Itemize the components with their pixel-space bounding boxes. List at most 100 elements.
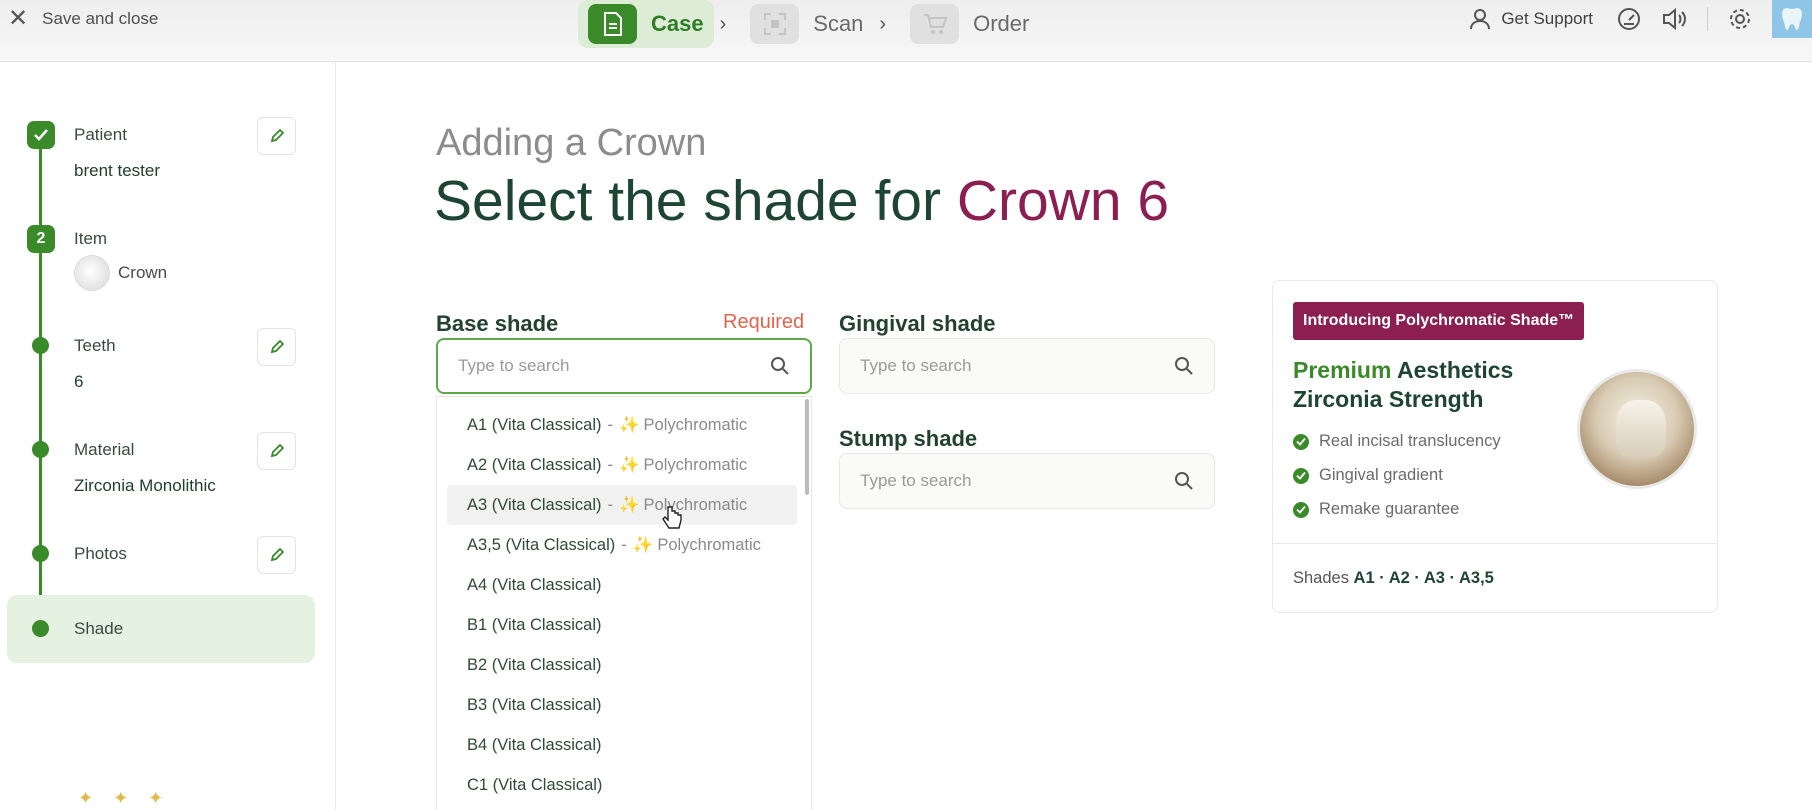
shade-option-name: A3,5 (Vita Classical)	[467, 535, 616, 554]
edit-patient-button[interactable]	[257, 117, 296, 155]
promo-heading-line1: Aesthetics	[1391, 357, 1514, 383]
shade-option[interactable]: B1 (Vita Classical)	[447, 605, 797, 645]
scrollbar[interactable]	[805, 399, 809, 495]
shade-option-name: B1 (Vita Classical)	[467, 615, 602, 634]
step-dot	[32, 620, 49, 637]
base-shade-dropdown[interactable]: A1 (Vita Classical) - ✨ Polychromatic A2 (Vi…	[436, 396, 812, 810]
gingival-shade-search-input[interactable]: Type to search	[839, 338, 1215, 394]
crown-thumbnail	[74, 255, 110, 291]
close-icon: ✕	[8, 5, 29, 32]
sidebar-item-title: Photos	[74, 544, 127, 563]
scan-icon	[750, 4, 800, 44]
save-and-close-button[interactable]: ✕ Save and close	[8, 4, 158, 34]
shade-option[interactable]: A4 (Vita Classical)	[447, 565, 797, 605]
edit-teeth-button[interactable]	[257, 328, 296, 366]
polychromatic-tag: Polychromatic	[643, 455, 748, 474]
check-circle-icon	[1293, 433, 1309, 450]
check-icon	[27, 121, 55, 149]
sidebar-item-title: Material	[74, 440, 135, 459]
shade-option-name: B4 (Vita Classical)	[467, 735, 602, 754]
cart-icon	[910, 4, 960, 44]
check-circle-icon	[1293, 501, 1309, 518]
shade-option-name: B3 (Vita Classical)	[467, 695, 602, 714]
shade-option[interactable]: B2 (Vita Classical)	[447, 645, 797, 685]
step-order[interactable]: Order	[900, 0, 1039, 48]
step-scan[interactable]: Scan	[740, 0, 873, 48]
progress-sidebar: Patient brent tester 2 Item Crown Teeth …	[0, 62, 336, 810]
promo-feature: Gingival gradient	[1293, 466, 1443, 485]
step-dot	[32, 441, 49, 458]
stump-shade-search-input[interactable]: Type to search	[839, 453, 1215, 509]
search-icon	[1175, 472, 1193, 490]
top-actions: Get Support	[1469, 0, 1812, 38]
shade-option[interactable]: A3,5 (Vita Classical) - ✨ Polychromatic	[447, 525, 797, 565]
chevron-right-icon: ›	[879, 12, 887, 35]
promo-heading-line2: Zirconia Strength	[1293, 386, 1484, 412]
page-title-accent: Crown 6	[956, 169, 1170, 233]
sparkle-icon: ✨	[619, 455, 640, 474]
shade-option[interactable]: A2 (Vita Classical) - ✨ Polychromatic	[447, 445, 797, 485]
shade-option[interactable]: B4 (Vita Classical)	[447, 725, 797, 765]
shade-option-name: A1 (Vita Classical)	[467, 415, 602, 434]
promo-feature-text: Remake guarantee	[1319, 500, 1460, 518]
promo-badge: Introducing Polychromatic Shade™	[1293, 302, 1585, 340]
speedometer-icon[interactable]	[1615, 5, 1643, 33]
search-placeholder: Type to search	[458, 356, 570, 375]
get-support-button[interactable]: Get Support	[1469, 8, 1593, 30]
separator: -	[607, 455, 614, 474]
sidebar-item-value: Zirconia Monolithic	[74, 476, 216, 495]
separator: -	[607, 495, 614, 514]
stump-shade-label: Stump shade	[839, 426, 978, 451]
promo-footer-prefix: Shades	[1293, 569, 1354, 587]
crown-photo	[1577, 369, 1697, 489]
search-placeholder: Type to search	[860, 356, 972, 375]
sidebar-item-title: Patient	[74, 125, 127, 144]
page-title: Select the shade for Crown 6	[434, 168, 1169, 234]
step-order-label: Order	[973, 11, 1030, 36]
get-support-label: Get Support	[1501, 9, 1593, 28]
search-icon	[1175, 357, 1193, 375]
gear-icon[interactable]	[1726, 5, 1754, 33]
polychromatic-promo-card: Introducing Polychromatic Shade™ Premium…	[1272, 280, 1718, 613]
shade-option-name: A2 (Vita Classical)	[467, 455, 602, 474]
shade-option[interactable]: A3 (Vita Classical) - ✨ Polychromatic	[447, 485, 797, 525]
save-and-close-label: Save and close	[42, 9, 159, 28]
sparkle-decoration: ✦✦✦	[78, 788, 184, 808]
base-shade-search-input[interactable]: Type to search	[436, 338, 812, 394]
promo-feature-text: Gingival gradient	[1319, 466, 1443, 484]
shade-option-name: C1 (Vita Classical)	[467, 775, 603, 794]
check-circle-icon	[1293, 467, 1309, 484]
promo-feature: Remake guarantee	[1293, 500, 1459, 519]
edit-photos-button[interactable]	[257, 536, 296, 574]
polychromatic-tag: Polychromatic	[657, 535, 761, 554]
separator: -	[621, 535, 627, 554]
polychromatic-tag: Polychromatic	[643, 495, 748, 514]
step-case[interactable]: Case	[578, 0, 714, 48]
sparkle-icon: ✨	[619, 495, 640, 514]
tooth-shape	[1616, 400, 1666, 458]
divider	[1707, 7, 1708, 31]
sidebar-item-value: Crown	[118, 263, 168, 282]
chevron-right-icon: ›	[719, 12, 727, 35]
shade-option-name: B2 (Vita Classical)	[467, 655, 602, 674]
pencil-icon	[270, 548, 284, 562]
user-icon	[1470, 9, 1491, 30]
pencil-icon	[270, 129, 284, 143]
edit-material-button[interactable]	[257, 432, 296, 470]
shade-option-name: A4 (Vita Classical)	[467, 575, 602, 594]
promo-footer: Shades A1 · A2 · A3 · A3,5	[1293, 569, 1494, 588]
document-icon	[588, 4, 637, 44]
promo-feature: Real incisal translucency	[1293, 432, 1501, 451]
sparkle-icon: ✨	[619, 415, 640, 434]
sidebar-item-title: Shade	[74, 619, 124, 638]
speaker-icon[interactable]	[1661, 5, 1689, 33]
shade-option[interactable]: C1 (Vita Classical)	[447, 765, 797, 805]
sidebar-item-value: brent tester	[74, 161, 160, 180]
step-scan-label: Scan	[813, 11, 864, 36]
base-shade-label: Base shade	[436, 311, 559, 336]
tooth-logo-icon[interactable]	[1772, 0, 1812, 38]
workflow-steps: Case › Scan › Order	[578, 0, 1039, 48]
step-dot	[32, 337, 49, 354]
shade-option[interactable]: B3 (Vita Classical)	[447, 685, 797, 725]
shade-option[interactable]: A1 (Vita Classical) - ✨ Polychromatic	[447, 405, 797, 445]
